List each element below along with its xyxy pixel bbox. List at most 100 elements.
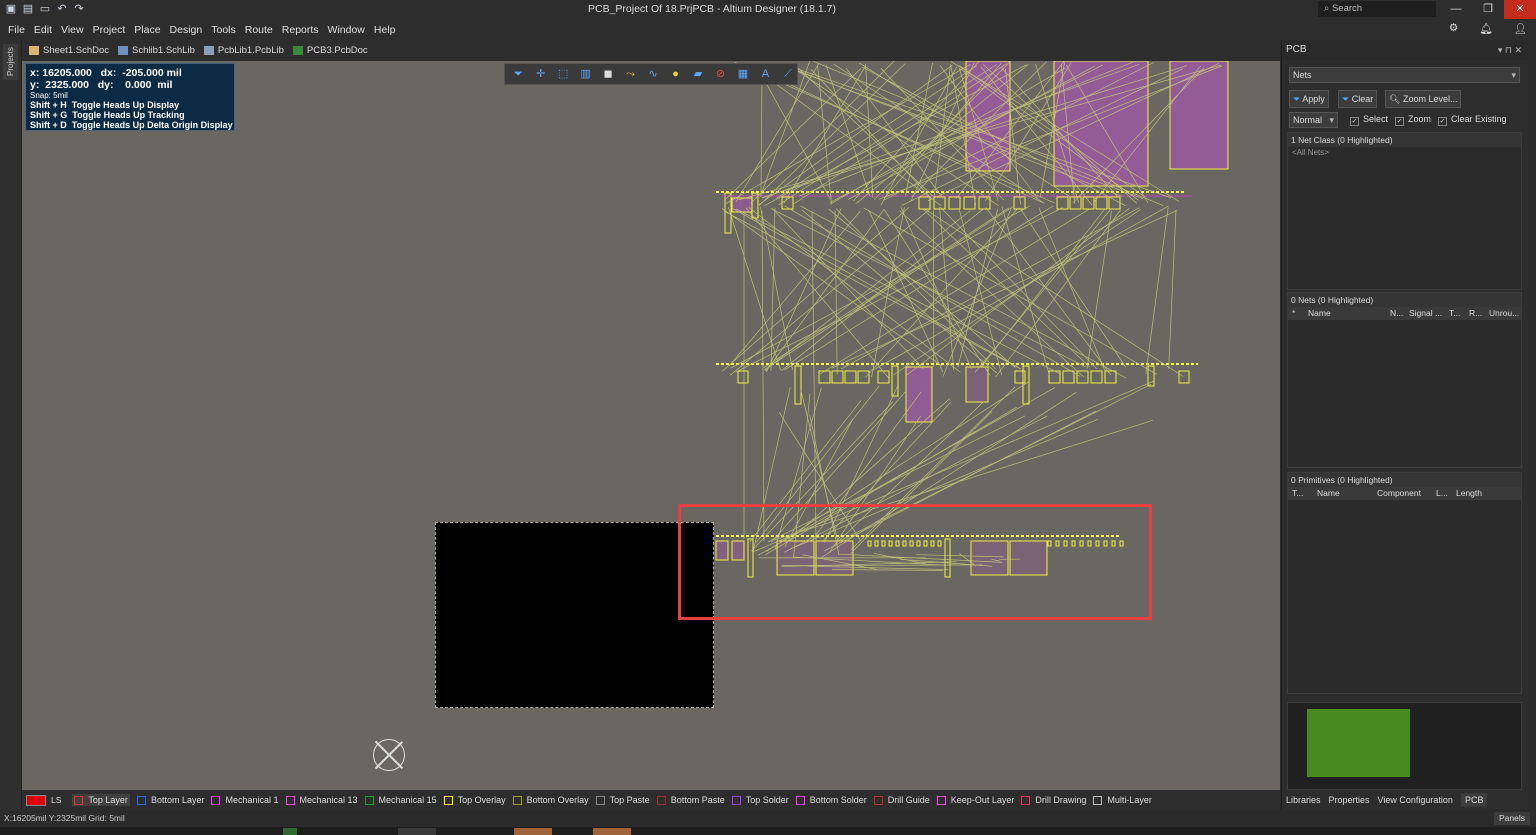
pcb-footprint[interactable] bbox=[1082, 196, 1095, 210]
menu-route[interactable]: Route bbox=[245, 24, 273, 36]
layer-tab[interactable]: Top Overlay bbox=[443, 794, 506, 806]
layer-tab[interactable]: Bottom Overlay bbox=[512, 794, 589, 806]
layer-tab[interactable]: Bottom Solder bbox=[795, 794, 867, 806]
nets-col[interactable]: N... bbox=[1386, 307, 1405, 320]
pcb-footprint[interactable] bbox=[918, 196, 931, 210]
route-icon[interactable]: ⤳ bbox=[621, 65, 639, 83]
layer-tab[interactable]: Mechanical 13 bbox=[285, 794, 358, 806]
tab-properties[interactable]: Properties bbox=[1329, 795, 1370, 805]
panels-button[interactable]: Panels bbox=[1494, 812, 1530, 825]
nets-col[interactable]: T... bbox=[1445, 307, 1465, 320]
prims-col[interactable]: Component bbox=[1373, 487, 1432, 500]
layer-tab[interactable]: Keep-Out Layer bbox=[936, 794, 1014, 806]
via-icon[interactable]: ● bbox=[666, 65, 684, 83]
menu-window[interactable]: Window bbox=[328, 24, 365, 36]
pcb-canvas[interactable]: x: 16205.000 dx: -205.000 mil y: 2325.000… bbox=[22, 61, 1280, 790]
pcb-footprint[interactable] bbox=[1108, 196, 1121, 210]
menu-help[interactable]: Help bbox=[374, 24, 396, 36]
select-rect-icon[interactable]: ⬚ bbox=[554, 65, 572, 83]
pcb-footprint[interactable] bbox=[857, 370, 870, 384]
menu-project[interactable]: Project bbox=[93, 24, 126, 36]
board-minimap[interactable] bbox=[1287, 702, 1522, 790]
taskbar-item[interactable] bbox=[514, 828, 552, 835]
layer-tab[interactable]: Bottom Paste bbox=[656, 794, 725, 806]
align-icon[interactable]: ▥ bbox=[576, 65, 594, 83]
minimize-button[interactable]: — bbox=[1440, 0, 1472, 19]
doc-tab-sheet1[interactable]: Sheet1.SchDoc bbox=[29, 45, 109, 56]
menu-design[interactable]: Design bbox=[170, 24, 203, 36]
layer-tab[interactable]: Mechanical 15 bbox=[364, 794, 437, 806]
bell-icon[interactable]: 🔔︎ bbox=[1479, 22, 1492, 35]
nets-col[interactable]: Signal ... bbox=[1405, 307, 1445, 320]
taskbar-item[interactable] bbox=[283, 828, 297, 835]
nets-col[interactable]: * bbox=[1288, 307, 1304, 320]
pcb-footprint[interactable] bbox=[737, 370, 749, 384]
layer-tab[interactable]: Top Paste bbox=[595, 794, 650, 806]
pcb-footprint[interactable] bbox=[1090, 370, 1103, 384]
pcb-footprint[interactable] bbox=[1062, 370, 1075, 384]
layer-tab[interactable]: Bottom Layer bbox=[136, 794, 204, 806]
tab-view-configuration[interactable]: View Configuration bbox=[1378, 795, 1453, 805]
pcb-footprint[interactable] bbox=[1014, 370, 1026, 384]
layer-tab[interactable]: Top Layer bbox=[72, 794, 130, 806]
pcb-footprint[interactable] bbox=[818, 370, 831, 384]
line-icon[interactable]: ⟋ bbox=[779, 65, 797, 83]
pcb-footprint[interactable] bbox=[963, 196, 976, 210]
user-icon[interactable]: 👤︎ bbox=[1514, 22, 1527, 35]
pin-icon[interactable]: ▾ ⊓ ✕ bbox=[1498, 40, 1522, 60]
nets-col[interactable]: Unrou... bbox=[1485, 307, 1521, 320]
select-checkbox[interactable]: ✓ Select bbox=[1350, 113, 1388, 126]
clear-existing-checkbox[interactable]: ✓ Clear Existing bbox=[1438, 113, 1507, 126]
menu-file[interactable]: File bbox=[8, 24, 25, 36]
filter-icon[interactable]: ⏷ bbox=[509, 65, 527, 83]
pcb-footprint[interactable] bbox=[965, 366, 989, 403]
pcb-footprint[interactable] bbox=[877, 370, 890, 384]
layer-set-button[interactable]: LS bbox=[26, 793, 65, 807]
gear-icon[interactable]: ⚙ bbox=[1449, 22, 1458, 35]
nets-col[interactable]: R... bbox=[1465, 307, 1485, 320]
prims-col[interactable]: Length bbox=[1452, 487, 1492, 500]
zoom-level-button[interactable]: 🔍︎ Zoom Level... bbox=[1385, 90, 1462, 108]
menu-tools[interactable]: Tools bbox=[211, 24, 236, 36]
highlight-mode-select[interactable]: Normal bbox=[1289, 112, 1338, 128]
pcb-footprint[interactable] bbox=[948, 196, 961, 210]
taskbar-item[interactable] bbox=[398, 828, 436, 835]
tab-pcb[interactable]: PCB bbox=[1460, 793, 1488, 807]
pcb-footprint[interactable] bbox=[794, 365, 802, 405]
pcb-footprint[interactable] bbox=[1069, 196, 1082, 210]
taskbar-item[interactable] bbox=[593, 828, 631, 835]
menu-view[interactable]: View bbox=[61, 24, 84, 36]
apply-button[interactable]: ⏷ Apply bbox=[1289, 90, 1329, 108]
close-button[interactable]: ✕ bbox=[1504, 0, 1536, 19]
layer-tab[interactable]: Mechanical 1 bbox=[211, 794, 279, 806]
layer-tab[interactable]: Drill Guide bbox=[873, 794, 930, 806]
pcb-footprint[interactable] bbox=[1095, 196, 1108, 210]
text-icon[interactable]: A bbox=[756, 65, 774, 83]
doc-tab-pcblib1[interactable]: PcbLib1.PcbLib bbox=[203, 45, 284, 56]
layer-tab[interactable]: Top Solder bbox=[731, 794, 789, 806]
component-icon[interactable]: ◼ bbox=[599, 65, 617, 83]
zoom-checkbox[interactable]: ✓ Zoom bbox=[1395, 113, 1431, 126]
menu-place[interactable]: Place bbox=[134, 24, 160, 36]
net-class-item[interactable]: <All Nets> bbox=[1288, 147, 1521, 159]
restore-button[interactable]: ❐ bbox=[1472, 0, 1504, 19]
pcb-footprint[interactable] bbox=[1013, 196, 1026, 210]
crosshair-icon[interactable]: ✛ bbox=[531, 65, 549, 83]
polygon-icon[interactable]: ▰ bbox=[689, 65, 707, 83]
panel-mode-select[interactable]: Nets bbox=[1289, 67, 1520, 83]
menu-edit[interactable]: Edit bbox=[34, 24, 52, 36]
layer-tab[interactable]: Drill Drawing bbox=[1021, 794, 1086, 806]
pcb-footprint[interactable] bbox=[1178, 370, 1190, 384]
pcb-footprint[interactable] bbox=[1104, 370, 1117, 384]
tab-libraries[interactable]: Libraries bbox=[1286, 795, 1321, 805]
doc-tab-pcb3[interactable]: PCB3.PcbDoc bbox=[292, 45, 368, 56]
keepout-icon[interactable]: ⊘ bbox=[711, 65, 729, 83]
dimension-icon[interactable]: ▦ bbox=[734, 65, 752, 83]
menu-reports[interactable]: Reports bbox=[282, 24, 319, 36]
prims-col[interactable]: Name bbox=[1313, 487, 1373, 500]
prims-col[interactable]: T... bbox=[1288, 487, 1313, 500]
projects-side-tab[interactable]: Projects bbox=[3, 44, 18, 80]
pcb-footprint[interactable] bbox=[844, 370, 857, 384]
nets-col[interactable]: Name bbox=[1304, 307, 1386, 320]
layer-tab[interactable]: Multi-Layer bbox=[1093, 794, 1152, 806]
